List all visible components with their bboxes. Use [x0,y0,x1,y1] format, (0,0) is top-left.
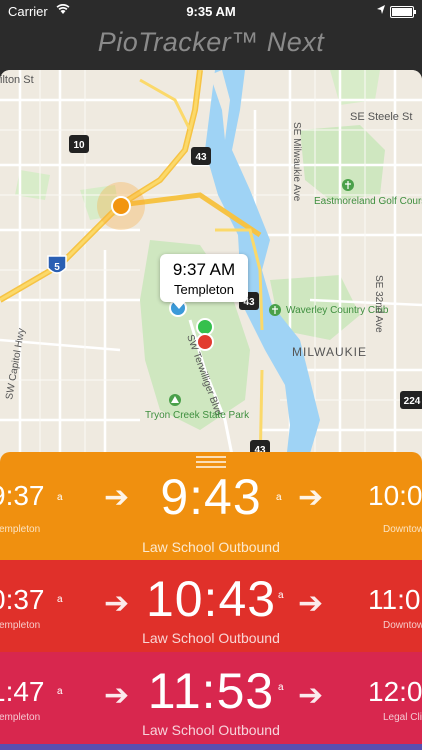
departure-card[interactable]: 1:47 a Templeton ➔ 11:53 a ➔ 12:0 Legal … [0,652,422,744]
park-icon [169,394,181,406]
map-label-street: ilton St [0,74,34,86]
map-label-milwaukie-ave: SE Milwaukie Ave [291,122,302,202]
departure-card[interactable]: 9:37 a Templeton ➔ 9:43 a ➔ 10:0 Downtow… [0,452,422,560]
interstate-shield-5: 5 [47,255,67,274]
main-time: 9:43 [160,469,262,525]
battery-icon [390,6,416,18]
main-time: 11:53 [147,663,275,719]
route-name: Law School Outbound [142,539,280,555]
vehicle-marker[interactable] [111,196,131,216]
arrow-right-icon: ➔ [298,679,324,712]
stop-marker-green[interactable] [196,318,214,336]
status-bar: Carrier 9:35 AM [0,0,422,22]
map-label-tryon: Tryon Creek State Park [145,410,250,421]
next-time: 12:0 [368,676,422,707]
location-arrow-icon [376,4,386,19]
status-time: 9:35 AM [186,4,236,19]
stop-callout[interactable]: 9:37 AM Templeton [160,254,248,309]
svg-text:224: 224 [404,396,421,407]
route-name: Law School Outbound [142,722,280,738]
next-card-peek[interactable] [0,744,422,750]
arrow-right-icon: ➔ [298,587,324,620]
map-label-milwaukie: MILWAUKIE [292,345,367,359]
map-label-se32nd: SE 32nd Ave [373,275,384,333]
callout-stop: Templeton [174,282,234,297]
svg-text:43: 43 [195,152,207,163]
next-stop-label: Downtow [383,524,422,535]
map-label-steele: SE Steele St [350,111,412,123]
main-time-ampm: a [278,590,284,601]
route-name: Law School Outbound [142,630,280,646]
golf-icon [269,304,281,316]
highway-shield-43: 43 [191,147,211,165]
next-time: 10:0 [368,480,422,511]
next-time: 11:0 [368,584,421,615]
main-time-ampm: a [276,492,282,503]
app-title: PioTracker™ Next [97,27,325,57]
main-time-ampm: a [278,682,284,693]
golf-icon [342,179,354,191]
map-label-eastmoreland: Eastmoreland Golf Course [314,196,422,207]
callout-time: 9:37 AM [172,260,236,279]
arrow-right-icon: ➔ [298,481,324,514]
stop-marker-red[interactable] [196,333,214,351]
highway-shield-10: 10 [69,135,89,153]
main-time: 10:43 [145,571,277,627]
svg-text:5: 5 [54,262,60,273]
svg-text:10: 10 [73,140,85,151]
highway-shield-224: 224 [400,391,422,409]
drag-handle-icon[interactable] [196,456,226,468]
departure-card[interactable]: 0:37 a Templeton ➔ 10:43 a ➔ 11:0 Downto… [0,560,422,652]
